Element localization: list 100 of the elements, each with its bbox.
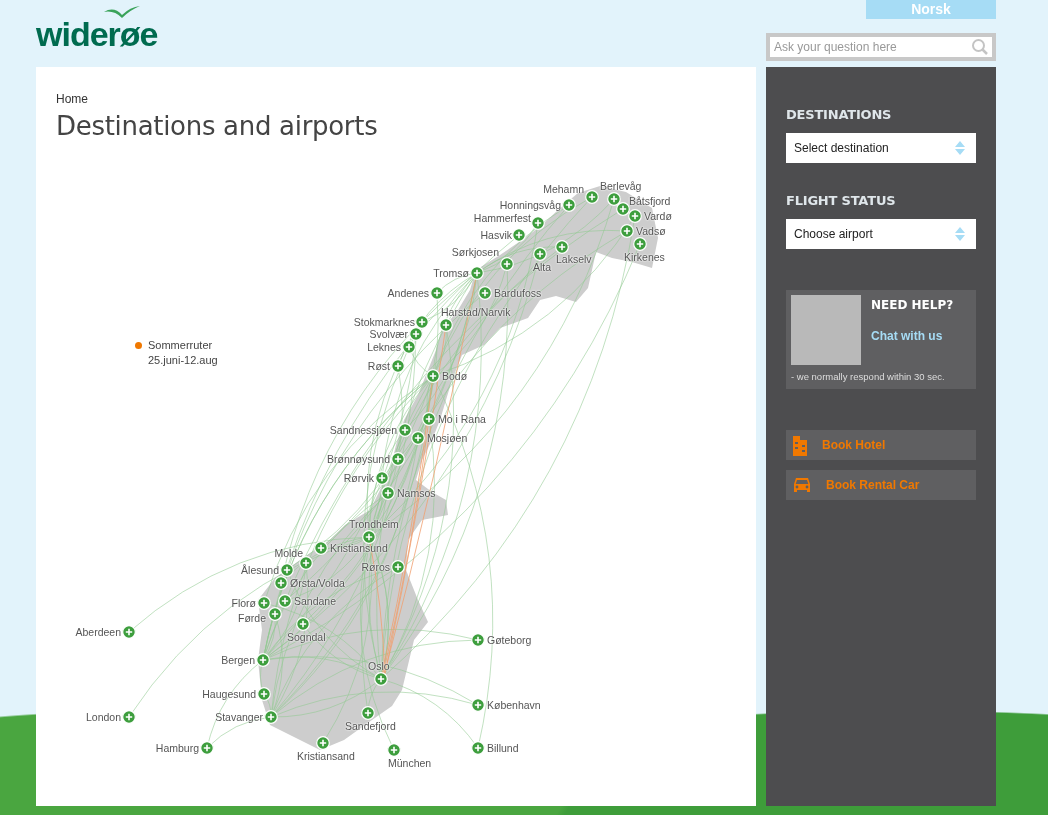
airport-plus-icon[interactable] xyxy=(620,224,634,238)
airport-label[interactable]: Gøteborg xyxy=(487,633,532,647)
airport-label[interactable]: Sandnessjøen xyxy=(329,423,397,437)
airport-plus-icon[interactable] xyxy=(470,266,484,280)
airport-label[interactable]: Svolvær xyxy=(369,327,408,341)
airport-label[interactable]: Florø xyxy=(231,596,256,610)
airport-label[interactable]: Båtsfjord xyxy=(629,194,671,208)
airport-label[interactable]: Kristiansund xyxy=(330,541,388,555)
airport-label[interactable]: Hamburg xyxy=(155,741,199,755)
airport-plus-icon[interactable] xyxy=(257,687,271,701)
airport-label[interactable]: Lakselv xyxy=(556,252,592,266)
airport-plus-icon[interactable] xyxy=(374,672,388,686)
airport-plus-icon[interactable] xyxy=(264,710,278,724)
airport-plus-icon[interactable] xyxy=(426,369,440,383)
airport-label[interactable]: Vardø xyxy=(644,209,672,223)
airport-plus-icon[interactable] xyxy=(562,198,576,212)
select-dropdown[interactable]: Select destination xyxy=(786,133,976,163)
airport-plus-icon[interactable] xyxy=(375,471,389,485)
airport-plus-icon[interactable] xyxy=(439,318,453,332)
airport-label[interactable]: Stavanger xyxy=(215,710,263,724)
airport-label[interactable]: Brønnøysund xyxy=(326,452,390,466)
airport-plus-icon[interactable] xyxy=(415,315,429,329)
airport-label[interactable]: Berlevåg xyxy=(600,179,642,193)
airport-plus-icon[interactable] xyxy=(391,560,405,574)
airport-label[interactable]: Røst xyxy=(367,359,390,373)
airport-plus-icon[interactable] xyxy=(122,625,136,639)
airport-label[interactable]: Trondheim xyxy=(349,517,399,531)
airport-label[interactable]: Honningsvåg xyxy=(499,198,561,212)
airport-label[interactable]: Stokmarknes xyxy=(353,315,415,329)
airport-label[interactable]: Bardufoss xyxy=(494,286,542,300)
airport-plus-icon[interactable] xyxy=(280,563,294,577)
airport-plus-icon[interactable] xyxy=(478,286,492,300)
breadcrumb-link[interactable]: Home xyxy=(56,92,88,106)
airport-label[interactable]: Mo i Rana xyxy=(438,412,486,426)
airport-label[interactable]: Aberdeen xyxy=(75,625,121,639)
airport-label[interactable]: Røros xyxy=(361,560,390,574)
chat-link[interactable]: Chat with us xyxy=(871,329,954,343)
airport-label[interactable]: Kirkenes xyxy=(624,250,665,264)
airport-plus-icon[interactable] xyxy=(555,240,569,254)
airport-plus-icon[interactable] xyxy=(585,190,599,204)
airport-label[interactable]: Kristiansand xyxy=(297,749,355,763)
airport-plus-icon[interactable] xyxy=(361,706,375,720)
airport-label[interactable]: Haugesund xyxy=(202,687,256,701)
airport-label[interactable]: Namsos xyxy=(397,486,436,500)
airport-label[interactable]: Rørvik xyxy=(343,471,374,485)
airport-plus-icon[interactable] xyxy=(316,736,330,750)
airport-label[interactable]: Ålesund xyxy=(241,563,279,577)
airport-label[interactable]: Sørkjosen xyxy=(451,245,499,259)
airport-label[interactable]: København xyxy=(487,698,541,712)
airport-plus-icon[interactable] xyxy=(471,633,485,647)
airport-plus-icon[interactable] xyxy=(299,556,313,570)
airport-label[interactable]: Oslo xyxy=(368,659,390,673)
airport-label[interactable]: Bodø xyxy=(442,369,468,383)
search-icon[interactable] xyxy=(971,38,989,56)
search-field[interactable]: Ask your question here xyxy=(766,33,996,61)
select-dropdown[interactable]: Choose airport xyxy=(786,219,976,249)
airport-plus-icon[interactable] xyxy=(200,741,214,755)
airport-plus-icon[interactable] xyxy=(411,431,425,445)
airport-label[interactable]: Andenes xyxy=(387,286,429,300)
airport-plus-icon[interactable] xyxy=(391,359,405,373)
airport-label[interactable]: Alta xyxy=(533,260,552,274)
airport-plus-icon[interactable] xyxy=(362,530,376,544)
airport-plus-icon[interactable] xyxy=(422,412,436,426)
airport-plus-icon[interactable] xyxy=(398,423,412,437)
airport-plus-icon[interactable] xyxy=(409,327,423,341)
airport-plus-icon[interactable] xyxy=(387,743,401,757)
airport-label[interactable]: Tromsø xyxy=(433,266,469,280)
airport-plus-icon[interactable] xyxy=(122,710,136,724)
airport-plus-icon[interactable] xyxy=(607,192,621,206)
airport-plus-icon[interactable] xyxy=(616,202,630,216)
airport-label[interactable]: Sandefjord xyxy=(345,719,396,733)
airport-plus-icon[interactable] xyxy=(471,698,485,712)
airport-plus-icon[interactable] xyxy=(533,247,547,261)
airport-plus-icon[interactable] xyxy=(430,286,444,300)
airport-plus-icon[interactable] xyxy=(278,594,292,608)
airport-label[interactable]: Molde xyxy=(274,546,303,560)
airport-label[interactable]: Billund xyxy=(487,741,519,755)
airport-plus-icon[interactable] xyxy=(512,228,526,242)
airport-label[interactable]: Sogndal xyxy=(287,630,326,644)
airport-plus-icon[interactable] xyxy=(274,576,288,590)
airport-plus-icon[interactable] xyxy=(314,541,328,555)
airport-label[interactable]: Bergen xyxy=(221,653,255,667)
airport-label[interactable]: Harstad/Narvik xyxy=(441,305,511,319)
airport-plus-icon[interactable] xyxy=(257,596,271,610)
logo[interactable]: widerøe xyxy=(36,0,158,67)
airport-label[interactable]: Ørsta/Volda xyxy=(290,576,345,590)
airport-label[interactable]: Sandane xyxy=(294,594,337,608)
airport-plus-icon[interactable] xyxy=(633,237,647,251)
airport-label[interactable]: Mosjøen xyxy=(427,431,468,445)
airport-label[interactable]: Førde xyxy=(238,611,266,625)
airport-plus-icon[interactable] xyxy=(268,607,282,621)
airport-plus-icon[interactable] xyxy=(531,216,545,230)
airport-plus-icon[interactable] xyxy=(402,340,416,354)
airport-label[interactable]: Leknes xyxy=(367,340,401,354)
airport-plus-icon[interactable] xyxy=(391,452,405,466)
airport-plus-icon[interactable] xyxy=(500,257,514,271)
airport-label[interactable]: Hammerfest xyxy=(473,211,531,225)
airport-label[interactable]: Hasvik xyxy=(480,228,512,242)
airport-label[interactable]: London xyxy=(85,710,121,724)
airport-label[interactable]: München xyxy=(388,756,432,770)
